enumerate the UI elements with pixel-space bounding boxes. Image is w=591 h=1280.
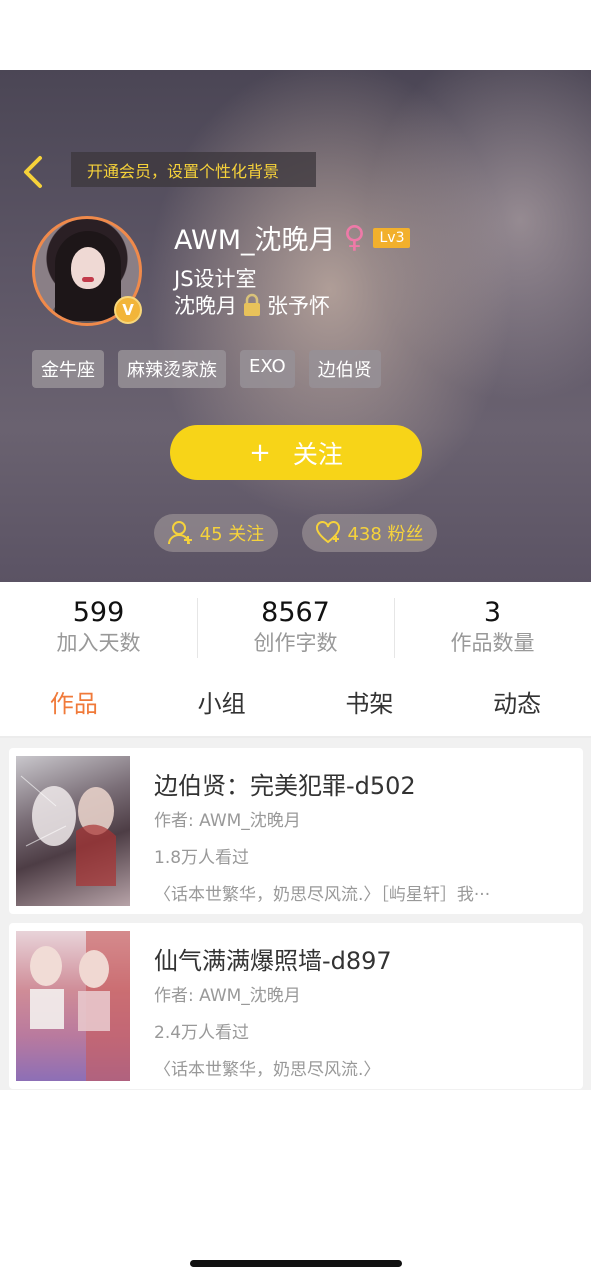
following-count-label: 45 关注 xyxy=(199,524,265,545)
tag-item[interactable]: 金牛座 xyxy=(32,350,104,388)
works-list: 边伯贤：完美犯罪-d502 作者: AWM_沈晚月 1.8万人看过 〈话本世繁华… xyxy=(0,738,591,1090)
book-title: 边伯贤：完美犯罪-d502 xyxy=(154,772,416,800)
book-cover xyxy=(16,756,130,906)
couple-left-name: 沈晚月 xyxy=(174,294,237,318)
book-title: 仙气满满爆照墙-d897 xyxy=(154,947,392,975)
following-count-button[interactable]: 45 关注 xyxy=(154,514,278,552)
stat-join-days: 599 加入天数 xyxy=(0,596,197,664)
home-indicator[interactable] xyxy=(190,1260,402,1267)
back-button[interactable] xyxy=(18,154,48,190)
plus-icon: + xyxy=(249,437,271,468)
tab-activity[interactable]: 动态 xyxy=(443,684,591,724)
tag-item[interactable]: EXO xyxy=(240,350,295,388)
tag-item[interactable]: 边伯贤 xyxy=(308,350,381,388)
heart-plus-icon xyxy=(316,521,341,544)
chevron-left-icon xyxy=(24,156,42,188)
list-item[interactable]: 边伯贤：完美犯罪-d502 作者: AWM_沈晚月 1.8万人看过 〈话本世繁华… xyxy=(9,748,583,914)
couple-row: 沈晚月 张予怀 xyxy=(174,290,330,320)
tab-groups[interactable]: 小组 xyxy=(148,684,296,724)
tab-bookshelf[interactable]: 书架 xyxy=(296,684,444,724)
book-cover xyxy=(16,931,130,1081)
studio-name: JS设计室 xyxy=(174,267,257,291)
stats-bar: 599 加入天数 8567 创作字数 3 作品数量 xyxy=(0,596,591,664)
female-icon: ♀ xyxy=(343,219,366,255)
book-author: 作者: AWM_沈晚月 xyxy=(154,811,301,831)
level-badge: Lv3 xyxy=(373,227,411,248)
username: AWM_沈晚月 xyxy=(174,225,336,256)
stat-value: 599 xyxy=(72,597,125,628)
fans-count-label: 438 粉丝 xyxy=(347,524,424,545)
book-views: 1.8万人看过 xyxy=(154,848,250,868)
stat-word-count: 8567 创作字数 xyxy=(197,596,394,664)
follow-button-label: 关注 xyxy=(292,439,343,469)
tab-works[interactable]: 作品 xyxy=(0,684,148,724)
add-user-icon xyxy=(167,521,192,545)
stat-value: 3 xyxy=(483,597,502,628)
follow-button[interactable]: + 关注 xyxy=(170,425,422,480)
vip-background-banner[interactable]: 开通会员，设置个性化背景 xyxy=(71,152,316,187)
tag-list: 金牛座 麻辣烫家族 EXO 边伯贤 xyxy=(32,350,381,388)
book-author: 作者: AWM_沈晚月 xyxy=(154,986,301,1006)
stat-works-count: 3 作品数量 xyxy=(394,596,591,664)
verified-badge: V xyxy=(114,296,142,324)
profile-header: 开通会员，设置个性化背景 V AWM_沈晚月 ♀ Lv3 JS设计室 沈晚月 张… xyxy=(0,70,591,582)
avatar[interactable]: V xyxy=(32,216,142,326)
stat-value: 8567 xyxy=(261,597,330,628)
lock-icon xyxy=(244,293,260,316)
username-row: AWM_沈晚月 ♀ Lv3 xyxy=(174,218,411,257)
book-description: 〈话本世繁华，奶思尽风流.〉 xyxy=(154,1060,381,1080)
stat-label: 作品数量 xyxy=(450,631,535,655)
stat-label: 创作字数 xyxy=(253,631,338,655)
book-views: 2.4万人看过 xyxy=(154,1023,250,1043)
tag-item[interactable]: 麻辣烫家族 xyxy=(118,350,226,388)
stat-label: 加入天数 xyxy=(56,631,141,655)
fans-count-button[interactable]: 438 粉丝 xyxy=(302,514,437,552)
book-description: 〈话本世繁华，奶思尽风流.〉［屿星轩］我··· xyxy=(154,885,491,905)
profile-tabs: 作品 小组 书架 动态 xyxy=(0,684,591,724)
list-item[interactable]: 仙气满满爆照墙-d897 作者: AWM_沈晚月 2.4万人看过 〈话本世繁华，… xyxy=(9,923,583,1089)
couple-right-name: 张予怀 xyxy=(267,294,330,318)
